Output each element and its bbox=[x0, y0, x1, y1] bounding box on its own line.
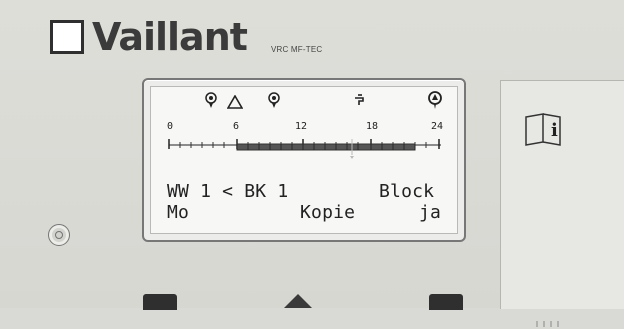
lcd-line-2-left: Mo bbox=[167, 202, 190, 223]
svg-text:i: i bbox=[551, 120, 558, 141]
lcd-line-2-right: Kopie bbox=[300, 202, 356, 223]
info-panel: i bbox=[500, 80, 624, 309]
tap-icon bbox=[355, 94, 364, 105]
bottom-center-button[interactable] bbox=[284, 294, 312, 308]
rotary-knob[interactable] bbox=[48, 224, 70, 246]
lcd-line-2-far-right: ja bbox=[419, 202, 442, 223]
time-mark-0: 0 bbox=[167, 121, 174, 132]
radiator-icon bbox=[428, 91, 442, 109]
warning-triangle-icon bbox=[227, 95, 243, 109]
lcd-line-2: Mo Kopie ja bbox=[167, 202, 441, 223]
time-mark-6: 6 bbox=[233, 121, 240, 132]
time-mark-12: 12 bbox=[295, 121, 308, 132]
sensor-1-icon bbox=[205, 92, 217, 108]
lcd-display: 0 6 12 18 24 WW 1 < BK 1 Block Mo Kopie … bbox=[150, 86, 559, 327]
model-label: VRC MF-TEC bbox=[271, 45, 323, 54]
pointer-dots-icon bbox=[536, 321, 559, 327]
lcd-line-1-left: WW 1 < BK 1 bbox=[167, 181, 289, 202]
lcd-line-1: WW 1 < BK 1 Block bbox=[167, 181, 434, 202]
time-schedule-scale: 0 6 12 18 24 bbox=[167, 121, 443, 167]
time-mark-24: 24 bbox=[431, 121, 444, 132]
brand-name: Vaillant bbox=[92, 15, 248, 59]
book-info-icon[interactable]: i bbox=[523, 111, 573, 147]
control-panel: Vaillant VRC MF-TEC 0 6 12 18 24 WW 1 < … bbox=[0, 0, 624, 327]
lcd-bezel: 0 6 12 18 24 WW 1 < BK 1 Block Mo Kopie … bbox=[142, 78, 559, 327]
time-mark-18: 18 bbox=[366, 121, 379, 132]
sensor-2-icon bbox=[268, 92, 280, 108]
brand-logo: Vaillant bbox=[50, 15, 248, 59]
lcd-line-1-right: Block bbox=[379, 181, 435, 202]
vaillant-mark-icon bbox=[50, 20, 84, 54]
